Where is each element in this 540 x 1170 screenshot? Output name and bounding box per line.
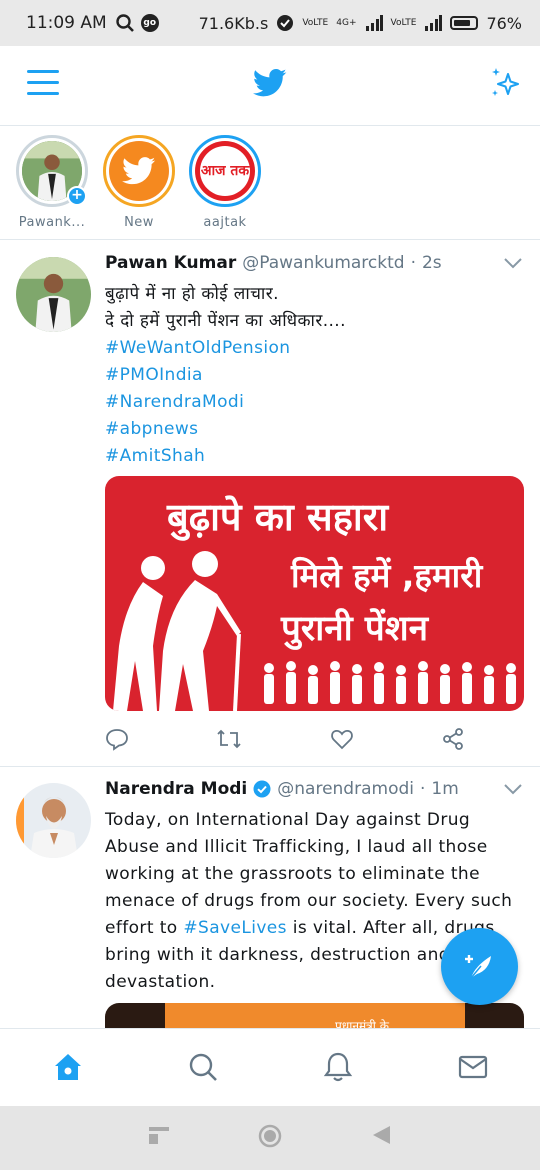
aajtak-logo: आज तक [195,141,255,201]
volte-label-2: VoLTE [390,17,417,28]
elderly-couple-silhouette [113,551,241,711]
tweet-time: 2s [421,253,442,273]
chevron-down-icon[interactable] [504,783,522,795]
network-label-4g: 4G+ [336,17,357,28]
image-text-line2: मिले हमें ,हमारी [291,556,483,595]
author-handle[interactable]: @narendramodi [277,779,414,799]
app-bar [0,46,540,126]
back-icon[interactable] [370,1124,392,1146]
go-app-icon: go [140,14,159,32]
search-status-icon [116,14,134,32]
fleet-label: aajtak [203,215,247,230]
search-icon[interactable] [187,1051,219,1083]
verified-badge-icon [253,780,271,798]
hamburger-icon[interactable] [27,70,59,98]
share-icon[interactable] [441,727,465,751]
dot-separator: · [410,253,416,273]
net-speed: 71.6Kb.s [198,13,269,33]
image-text-line3: पुरानी पेंशन [281,609,429,649]
sparkle-icon[interactable] [488,66,522,100]
retweet-icon[interactable] [216,727,242,751]
volte-label-1: VoLTE [302,17,329,28]
clock: 11:09 AM [26,13,107,33]
twitter-bird-icon [253,68,287,97]
dot-separator: · [419,779,426,799]
fleet-twitter[interactable]: New [94,135,184,230]
signal-icon [365,15,383,31]
chevron-down-icon[interactable] [504,257,522,269]
fleet-label: Pawank... [18,215,86,230]
system-navigation-bar [0,1106,540,1170]
tweet-image[interactable]: प्रधानमंत्री के [105,1003,524,1028]
author-name[interactable]: Pawan Kumar [105,253,236,273]
hashtag-link[interactable]: #WeWantOldPension [105,335,525,362]
fleet-aajtak[interactable]: आज तक aajtak [180,135,270,230]
image-caption: प्रधानमंत्री के [335,1019,389,1028]
avatar[interactable] [16,257,91,332]
fleet-label: New [124,215,154,230]
crowd-silhouette [264,661,516,704]
tweet[interactable]: Pawan Kumar @Pawankumarcktd · 2s बुढ़ापे… [0,241,540,767]
aajtak-logo-text: आज तक [200,163,250,179]
compose-feather-icon [464,954,491,978]
fleet-self[interactable]: + Pawank... [7,135,97,230]
avatar[interactable] [16,783,91,858]
hashtag-link[interactable]: #NarendraModi [105,389,525,416]
author-name[interactable]: Narendra Modi [105,779,247,799]
battery-icon [450,16,479,30]
tweet-header: Pawan Kumar @Pawankumarcktd · 2s [105,253,442,273]
author-handle[interactable]: @Pawankumarcktd [242,253,404,273]
messages-envelope-icon[interactable] [457,1051,489,1083]
tweet-text: बुढ़ापे में ना हो कोई लाचार. दे दो हमें … [105,281,525,470]
signal-icon-2 [425,15,443,31]
status-bar: 11:09 AM go 71.6Kb.s VoLTE 4G+ VoLTE 76% [0,0,540,46]
image-text-line1: बुढ़ापे का सहारा [167,495,389,539]
tweet-line: बुढ़ापे में ना हो कोई लाचार. [105,284,279,304]
compose-tweet-button[interactable] [441,928,518,1005]
home-system-icon[interactable] [258,1124,282,1148]
bottom-navigation [0,1028,540,1106]
battery-percent: 76% [486,13,522,33]
tweet-actions [105,727,465,751]
tweet-image[interactable]: बुढ़ापे का सहारा मिले हमें ,हमारी पुरानी… [105,476,524,711]
hashtag-link[interactable]: #PMOIndia [105,362,525,389]
recents-icon[interactable] [148,1124,170,1146]
tweet-time: 1m [431,779,459,799]
tweet-line: दे दो हमें पुरानी पेंशन का अधिकार.... [105,311,346,331]
reply-icon[interactable] [105,727,129,751]
hashtag-link[interactable]: #SaveLives [183,918,287,938]
home-icon[interactable] [52,1051,84,1083]
fleets-bar: + Pawank... New आज तक aajtak [0,127,540,240]
hashtag-link[interactable]: #abpnews [105,416,525,443]
hashtag-link[interactable]: #AmitShah [105,443,525,470]
add-fleet-plus-icon[interactable]: + [67,186,87,206]
twitter-bird-icon [109,141,169,201]
like-heart-icon[interactable] [330,727,354,751]
tweet-header: Narendra Modi @narendramodi · 1m [105,779,459,799]
notifications-bell-icon[interactable] [322,1051,354,1083]
data-saver-icon [277,15,294,31]
